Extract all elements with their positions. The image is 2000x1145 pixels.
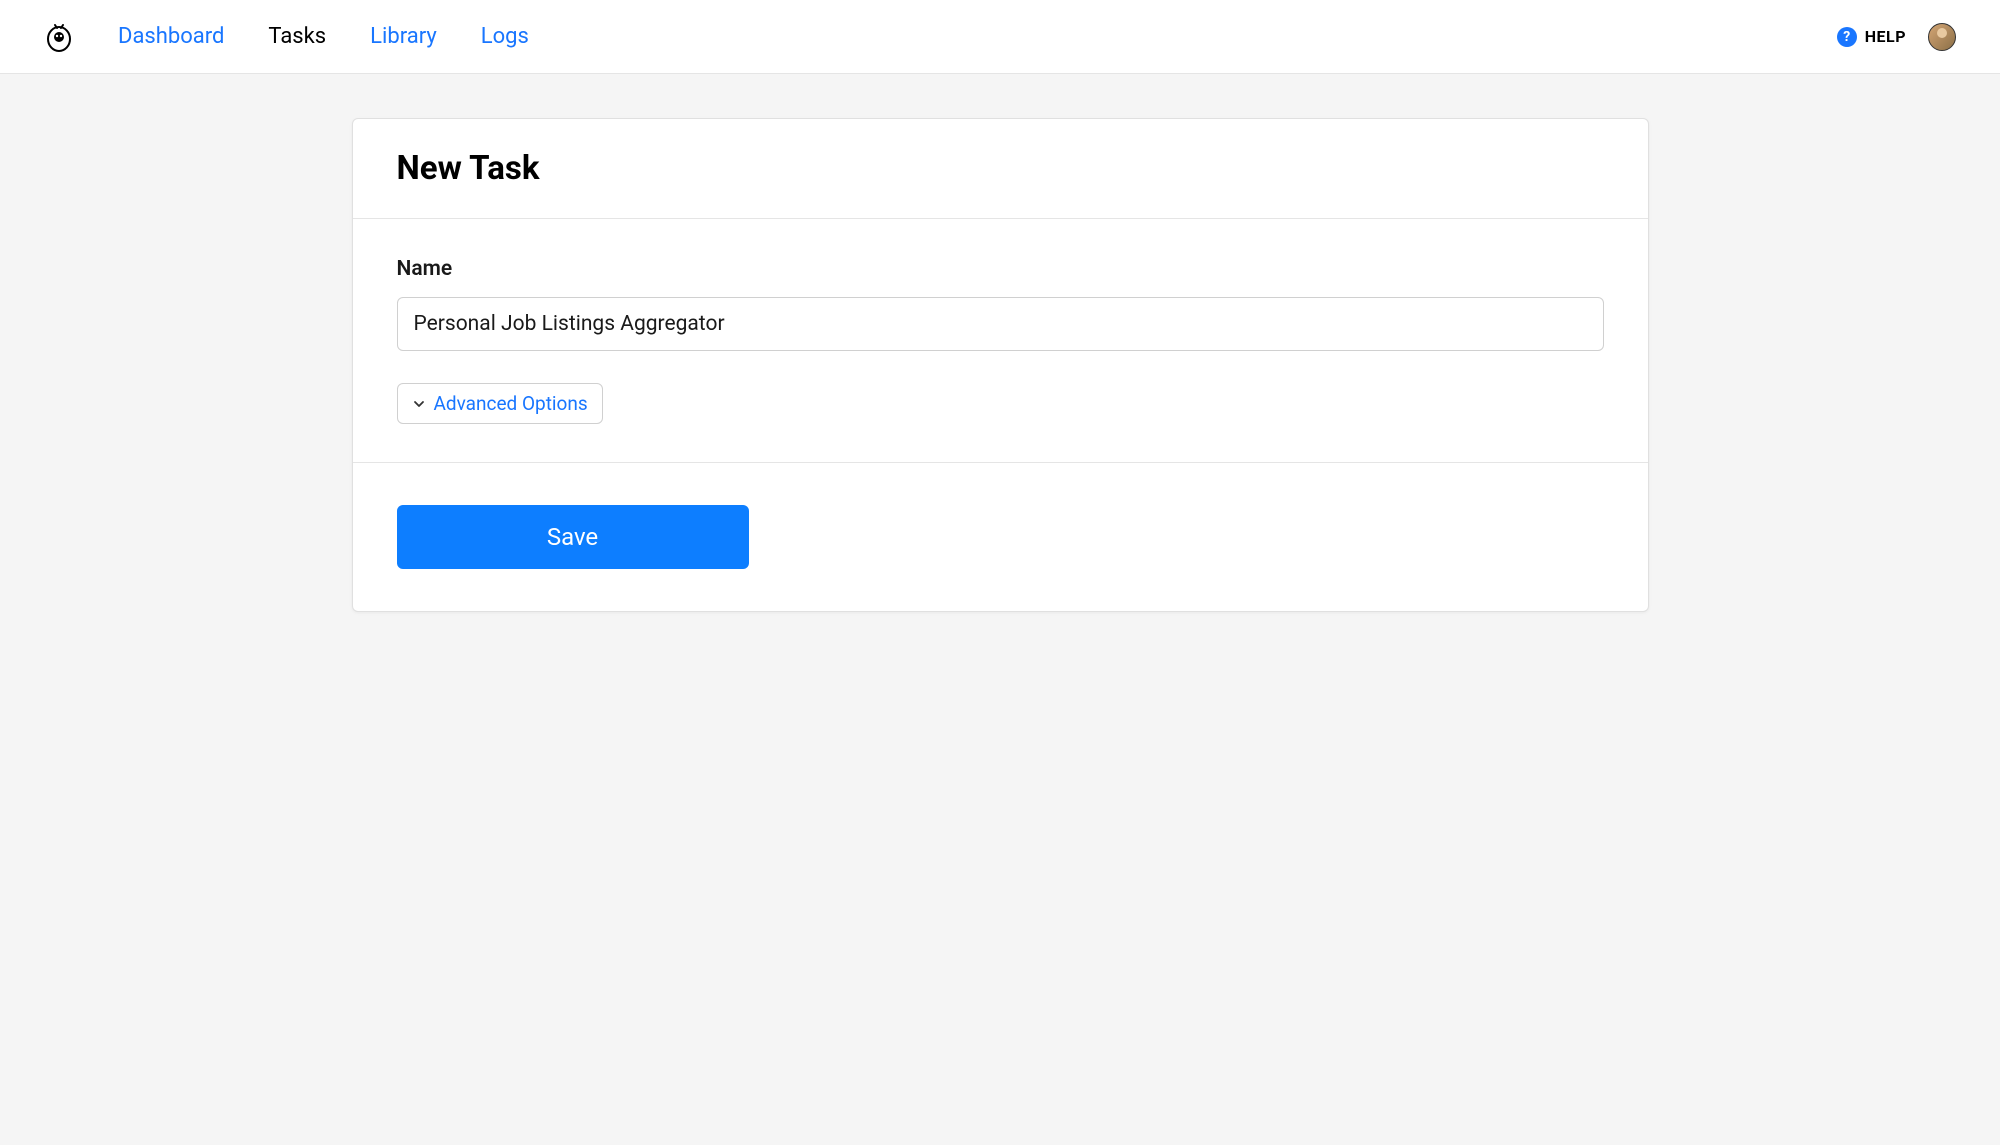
nav-item-dashboard[interactable]: Dashboard [118,24,224,49]
nav-item-tasks[interactable]: Tasks [268,24,326,49]
chevron-down-icon [412,397,426,411]
page-title: New Task [397,149,1604,188]
logo-icon [45,22,73,52]
help-link[interactable]: ? HELP [1837,27,1906,47]
header-left: Dashboard Tasks Library Logs [44,22,529,52]
name-label: Name [397,257,1604,281]
task-card: New Task Name Advanced Options Save [352,118,1649,612]
nav-item-library[interactable]: Library [370,24,437,49]
card-header: New Task [353,119,1648,219]
name-input[interactable] [397,297,1604,351]
advanced-options-toggle[interactable]: Advanced Options [397,383,603,424]
nav: Dashboard Tasks Library Logs [118,24,529,49]
card-footer: Save [353,463,1648,611]
avatar[interactable] [1928,23,1956,51]
main-content: New Task Name Advanced Options Save [0,74,2000,656]
advanced-options-label: Advanced Options [434,392,588,415]
card-body: Name Advanced Options [353,219,1648,463]
help-label: HELP [1865,27,1906,46]
logo[interactable] [44,22,74,52]
header-right: ? HELP [1837,23,1956,51]
nav-item-logs[interactable]: Logs [481,24,529,49]
header: Dashboard Tasks Library Logs ? HELP [0,0,2000,74]
help-icon: ? [1837,27,1857,47]
save-button[interactable]: Save [397,505,749,569]
name-form-group: Name [397,257,1604,351]
